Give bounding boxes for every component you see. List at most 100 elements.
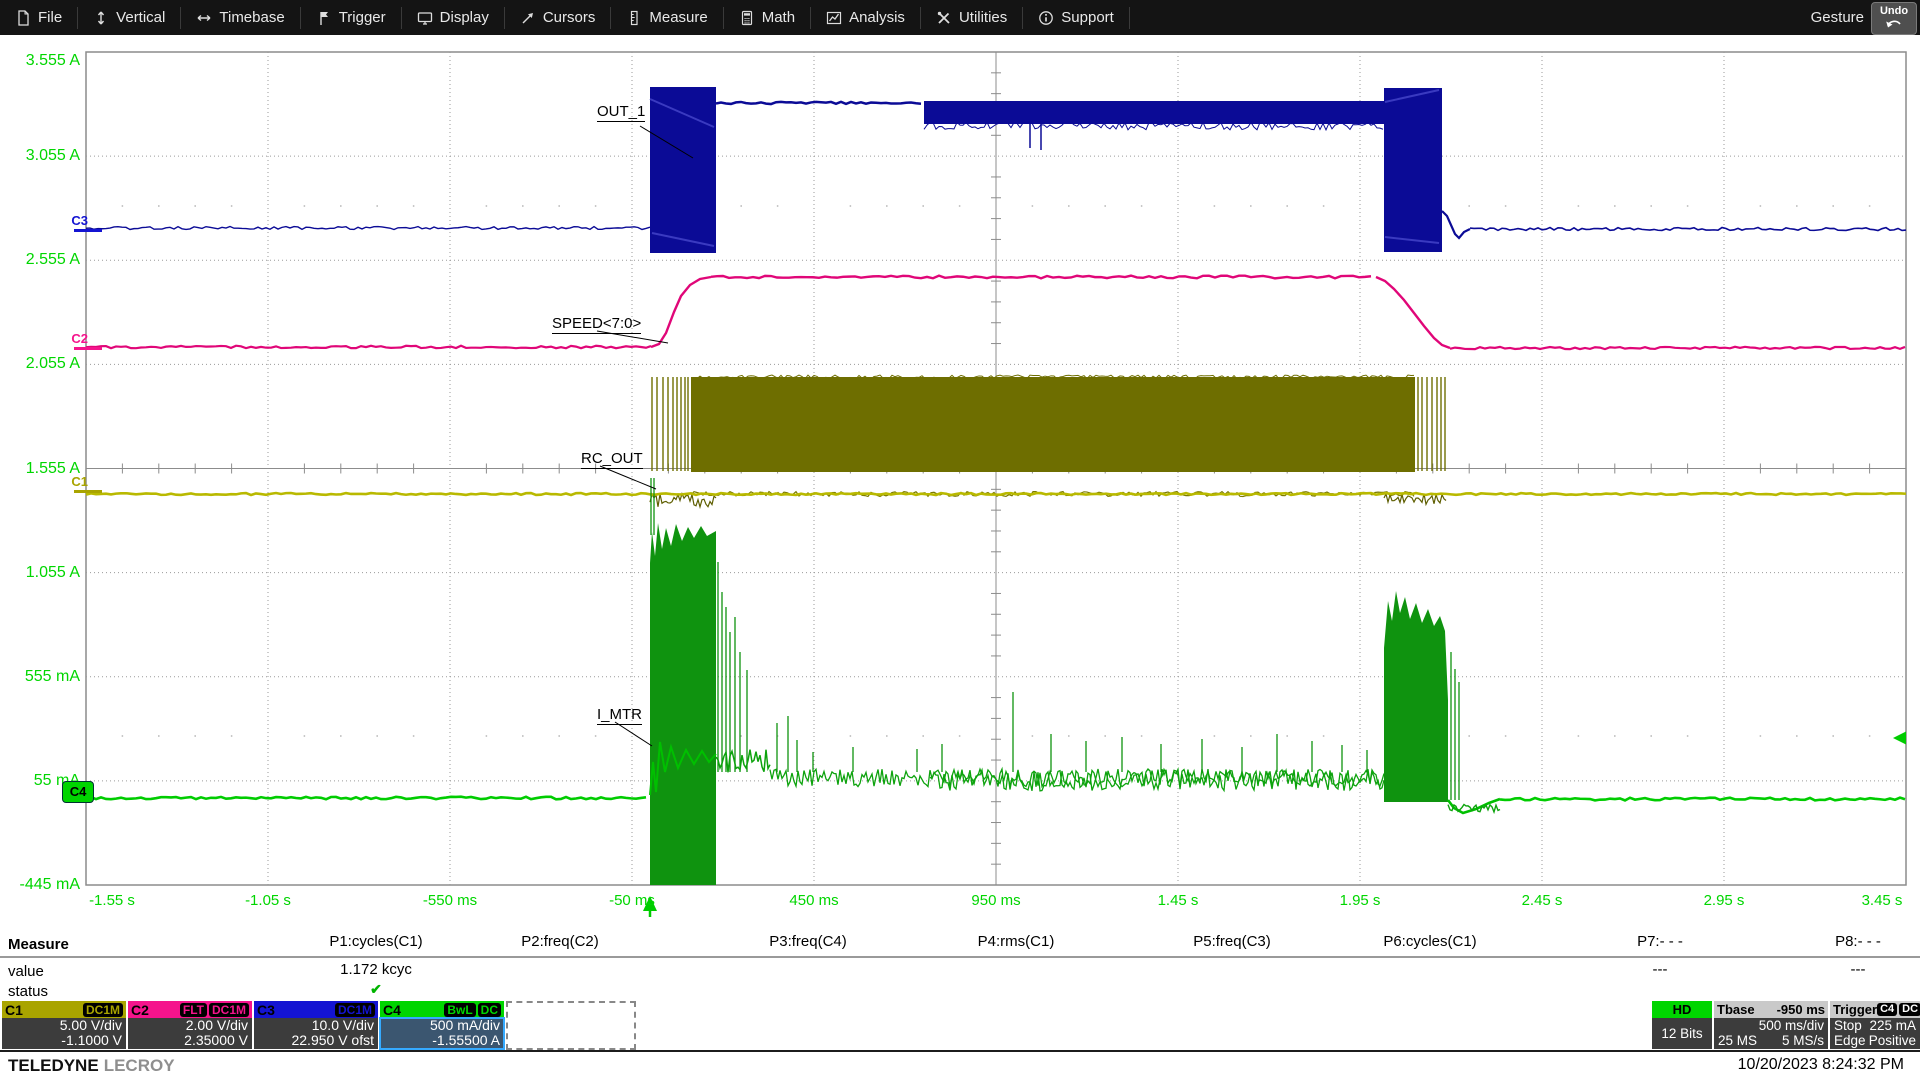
x-axis-label: 1.95 s: [1300, 893, 1420, 909]
measure-param-label: P2:freq(C2): [460, 933, 660, 955]
channel-badge-dc: DC: [478, 1003, 501, 1017]
x-axis-label: 450 ms: [754, 893, 874, 909]
timebase-scale: 500 ms/div: [1759, 1018, 1824, 1033]
channel-badge-dc1m: DC1M: [335, 1003, 375, 1017]
trigger-slope: Positive: [1869, 1033, 1916, 1048]
waveform-grid[interactable]: [0, 0, 1920, 1080]
measure-param-status: [1560, 981, 1760, 999]
channel-offset: 22.950 V ofst: [258, 1033, 374, 1048]
measure-param-label: P7:- - -: [1560, 933, 1760, 955]
channel-descriptor-c3[interactable]: C3 DC1M10.0 V/div22.950 V ofst: [254, 1001, 378, 1049]
measure-param-status: [1132, 981, 1332, 999]
channel-badges: FLTDC1M: [180, 1003, 249, 1017]
channel-scale: 5.00 V/div: [6, 1018, 122, 1033]
trace-label: OUT_1: [597, 103, 645, 122]
measure-column-p4[interactable]: P4:rms(C1): [916, 933, 1116, 999]
measure-param-label: P1:cycles(C1): [276, 933, 476, 955]
channel-badges: BwLDC: [444, 1003, 501, 1017]
x-axis-label: 1.45 s: [1118, 893, 1238, 909]
trigger-coupling-badge: DC: [1899, 1003, 1920, 1016]
channel-name: C3: [257, 1002, 275, 1018]
channel-offset: 2.35000 V: [132, 1033, 248, 1048]
measure-param-status: [916, 981, 1116, 999]
empty-channel-slot[interactable]: [506, 1001, 636, 1050]
trace-label: RC_OUT: [581, 450, 643, 469]
measure-param-label: P4:rms(C1): [916, 933, 1116, 955]
channel-offset: -1.1000 V: [6, 1033, 122, 1048]
channel-scale: 10.0 V/div: [258, 1018, 374, 1033]
measure-param-value: [460, 961, 660, 981]
measure-param-value: [916, 961, 1116, 981]
measure-column-p7[interactable]: P7:- - ----: [1560, 933, 1760, 999]
measure-column-p3[interactable]: P3:freq(C4): [708, 933, 908, 999]
measure-param-status: [1758, 981, 1920, 999]
channel-header: C1DC1M: [2, 1001, 126, 1018]
measure-param-value: [1330, 961, 1530, 981]
footer-divider: [0, 1050, 1920, 1052]
timebase-label: Tbase: [1717, 1002, 1755, 1017]
hd-mode-box[interactable]: HD 12 Bits: [1652, 1001, 1712, 1049]
channel-scale: 500 mA/div: [384, 1018, 500, 1033]
channel-name: C2: [131, 1002, 149, 1018]
y-axis-label: -445 mA: [0, 876, 80, 894]
status-check-icon: ✔: [276, 981, 476, 999]
value-row-header: value: [8, 963, 44, 980]
x-axis-label: -1.55 s: [52, 893, 172, 909]
channel-marker-dash: [74, 347, 102, 350]
x-axis-label: 950 ms: [936, 893, 1056, 909]
channel-header: C3 DC1M: [254, 1001, 378, 1018]
hd-bits: 12 Bits: [1661, 1026, 1702, 1041]
y-axis-label: 2.555 A: [0, 251, 80, 269]
channel-settings: 500 mA/div-1.55500 A: [380, 1018, 504, 1049]
x-axis-label: -50 ms: [572, 893, 692, 909]
measure-param-status: [708, 981, 908, 999]
y-axis-label: 2.055 A: [0, 355, 80, 373]
channel-badge-flt: FLT: [180, 1003, 207, 1017]
measure-column-p8[interactable]: P8:- - - ---: [1758, 933, 1920, 999]
channel-marker-c3[interactable]: C3: [58, 214, 88, 228]
channel-descriptor-c4[interactable]: C4BwLDC500 mA/div-1.55500 A: [380, 1001, 504, 1049]
channel-header: C2 FLTDC1M: [128, 1001, 252, 1018]
trace-label: I_MTR: [597, 706, 642, 725]
measure-column-p1[interactable]: P1:cycles(C1)1.172 kcyc✔: [276, 933, 476, 999]
measure-param-value: ---: [1758, 961, 1920, 981]
trigger-type: Edge: [1834, 1033, 1866, 1048]
timestamp: 10/20/2023 8:24:32 PM: [1738, 1056, 1904, 1074]
hd-label: HD: [1652, 1001, 1712, 1018]
x-axis-label: 3.45 s: [1822, 893, 1920, 909]
trigger-label: Trigger: [1833, 1002, 1877, 1017]
trigger-source-badge: C4: [1877, 1003, 1897, 1016]
channel-marker-c1[interactable]: C1: [58, 475, 88, 489]
status-row-header: status: [8, 983, 48, 1000]
brand-logo: TELEDYNELECROY: [8, 1056, 175, 1076]
channel-offset: -1.55500 A: [384, 1033, 500, 1048]
x-axis-label: -550 ms: [390, 893, 510, 909]
brand-primary: TELEDYNE: [8, 1056, 99, 1075]
measure-param-status: [1330, 981, 1530, 999]
x-axis-label: 2.45 s: [1482, 893, 1602, 909]
channel-descriptor-c1[interactable]: C1DC1M5.00 V/div-1.1000 V: [2, 1001, 126, 1049]
channel-badges: DC1M: [335, 1003, 375, 1017]
timebase-box[interactable]: Tbase -950 ms 500 ms/div 25 MS 5 MS/s: [1714, 1001, 1828, 1049]
channel-settings: 10.0 V/div22.950 V ofst: [254, 1018, 378, 1049]
trigger-mode: Stop: [1834, 1018, 1862, 1033]
y-axis-label: 3.055 A: [0, 147, 80, 165]
measure-param-value: [1132, 961, 1332, 981]
timebase-delay: -950 ms: [1777, 1002, 1825, 1017]
trigger-box[interactable]: Trigger C4 DC Stop 225 mA Edge Positive: [1830, 1001, 1920, 1049]
timebase-rate: 5 MS/s: [1782, 1033, 1824, 1048]
measure-column-p5[interactable]: P5:freq(C3): [1132, 933, 1332, 999]
measure-column-p6[interactable]: P6:cycles(C1): [1330, 933, 1530, 999]
channel-badge-bwl: BwL: [444, 1003, 475, 1017]
channel-descriptor-c2[interactable]: C2FLTDC1M2.00 V/div2.35000 V: [128, 1001, 252, 1049]
measure-column-p2[interactable]: P2:freq(C2): [460, 933, 660, 999]
measure-param-label: P8:- - -: [1758, 933, 1920, 955]
channel-marker-c2[interactable]: C2: [58, 332, 88, 346]
trace-label: SPEED<7:0>: [552, 315, 641, 334]
channel-badge-dc1m: DC1M: [209, 1003, 249, 1017]
channel-settings: 5.00 V/div-1.1000 V: [2, 1018, 126, 1049]
channel-marker-c4[interactable]: C4: [62, 781, 94, 803]
measure-row-header: Measure: [8, 936, 69, 953]
measure-param-value: [708, 961, 908, 981]
channel-badges: DC1M: [83, 1003, 123, 1017]
